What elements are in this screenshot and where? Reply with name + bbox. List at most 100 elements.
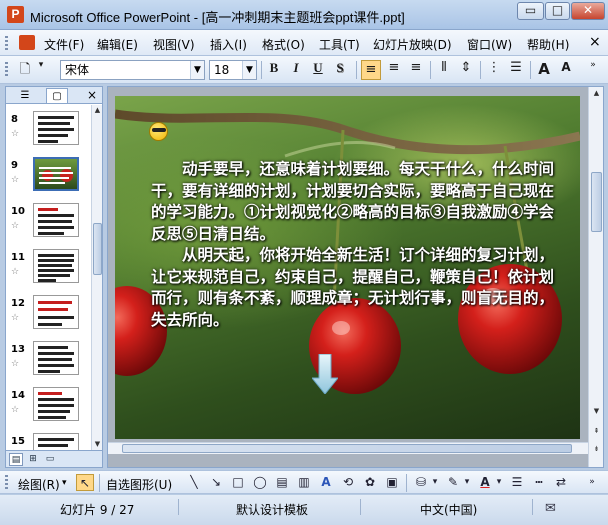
v-scroll-thumb[interactable] bbox=[591, 172, 602, 232]
picture-icon[interactable]: ▣ bbox=[383, 474, 401, 491]
slide-body-text[interactable]: 动手要早，还意味着计划要细。每天干什么，什么时间干，要有详细的计划，计划要切合实… bbox=[151, 158, 561, 330]
next-slide-icon[interactable]: ⇟ bbox=[589, 445, 604, 453]
line-spacing-icon[interactable]: ⇕ bbox=[456, 60, 476, 80]
fill-color-icon[interactable]: ⛁ bbox=[412, 474, 430, 491]
horizontal-scrollbar[interactable] bbox=[108, 442, 588, 454]
new-dropdown-icon[interactable]: ▾ bbox=[35, 60, 47, 80]
arrow-tool-icon[interactable]: ↘ bbox=[207, 474, 225, 491]
grow-font-button[interactable]: A bbox=[534, 60, 554, 80]
underline-button[interactable]: U bbox=[308, 60, 328, 80]
toolbar-grip[interactable] bbox=[5, 62, 8, 78]
line-color-icon[interactable]: ✎ bbox=[444, 474, 462, 491]
oval-tool-icon[interactable]: ◯ bbox=[251, 474, 269, 491]
slide-thumbnail-row[interactable]: 9 ☆ bbox=[6, 155, 90, 201]
spelling-status-icon[interactable]: ✉ bbox=[545, 501, 556, 516]
autoshapes-menu-button[interactable]: 自选图形(U) bbox=[106, 476, 172, 493]
bulleted-list-icon[interactable]: ☰ bbox=[506, 60, 526, 80]
slide-thumbnail[interactable] bbox=[33, 111, 79, 145]
normal-view-icon[interactable]: ▤ bbox=[9, 453, 23, 466]
close-button[interactable]: ✕ bbox=[571, 2, 605, 20]
menu-insert[interactable]: 插入(I) bbox=[210, 36, 247, 53]
document-icon[interactable] bbox=[19, 35, 35, 50]
chevron-down-icon[interactable]: ▾ bbox=[494, 474, 504, 491]
align-left-icon[interactable]: ≡ bbox=[361, 60, 381, 80]
toolbar-options-icon[interactable]: » bbox=[586, 60, 600, 80]
slide-thumbnail-row[interactable]: 10 ☆ bbox=[6, 201, 90, 247]
panel-close-icon[interactable]: × bbox=[87, 88, 97, 102]
menu-grip[interactable] bbox=[5, 36, 8, 50]
line-tool-icon[interactable]: ╲ bbox=[185, 474, 203, 491]
slide-sorter-view-icon[interactable]: ⊞ bbox=[26, 453, 40, 466]
h-scroll-thumb[interactable] bbox=[122, 444, 572, 453]
chevron-down-icon[interactable]: ▼ bbox=[242, 61, 256, 79]
menu-view[interactable]: 视图(V) bbox=[153, 36, 195, 53]
panel-scroll-thumb[interactable] bbox=[93, 223, 102, 275]
slide-thumbnail-selected[interactable] bbox=[33, 157, 79, 191]
shrink-font-button[interactable]: A bbox=[556, 60, 576, 80]
panel-scrollbar[interactable]: ▲ ▼ bbox=[91, 105, 102, 450]
toolbar-options-icon[interactable]: » bbox=[586, 474, 598, 491]
menu-format[interactable]: 格式(O) bbox=[262, 36, 305, 53]
textbox-tool-icon[interactable]: ▤ bbox=[273, 474, 291, 491]
slide-thumbnail-row[interactable]: 13 ☆ bbox=[6, 339, 90, 385]
dash-style-icon[interactable]: ┅ bbox=[530, 474, 548, 491]
animation-star-icon: ☆ bbox=[11, 267, 20, 277]
chevron-down-icon[interactable]: ▾ bbox=[462, 474, 472, 491]
scroll-up-icon[interactable]: ▲ bbox=[589, 89, 604, 97]
chevron-down-icon[interactable]: ▾ bbox=[62, 478, 67, 488]
vertical-scrollbar[interactable]: ▲ ▼ ⇞ ⇟ bbox=[588, 87, 603, 467]
new-document-icon[interactable]: 🗋 bbox=[15, 60, 35, 80]
menu-tools[interactable]: 工具(T) bbox=[319, 36, 360, 53]
slideshow-view-icon[interactable]: ▭ bbox=[43, 453, 57, 466]
scroll-down-icon[interactable]: ▼ bbox=[589, 407, 604, 415]
font-name-select[interactable]: 宋体 ▼ bbox=[60, 60, 205, 80]
wordart-icon[interactable]: A bbox=[317, 474, 335, 491]
minimize-button[interactable]: ▭ bbox=[517, 2, 544, 20]
clipart-icon[interactable]: ✿ bbox=[361, 474, 379, 491]
draw-menu-button[interactable]: 绘图(R) bbox=[18, 476, 60, 493]
slide-thumbnail[interactable] bbox=[33, 203, 79, 237]
menu-edit[interactable]: 编辑(E) bbox=[97, 36, 138, 53]
chevron-down-icon[interactable]: ▼ bbox=[190, 61, 204, 79]
line-style-icon[interactable]: ☰ bbox=[508, 474, 526, 491]
previous-slide-icon[interactable]: ⇞ bbox=[589, 427, 604, 435]
font-color-icon[interactable]: A bbox=[476, 474, 494, 491]
drawbar-grip[interactable] bbox=[5, 475, 8, 490]
arrow-style-icon[interactable]: ⇄ bbox=[552, 474, 570, 491]
select-pointer-icon[interactable]: ↖ bbox=[76, 474, 94, 491]
slide-thumbnail-row[interactable]: 12 ☆ bbox=[6, 293, 90, 339]
align-right-icon[interactable]: ≡ bbox=[406, 60, 426, 80]
chevron-down-icon[interactable]: ▾ bbox=[430, 474, 440, 491]
scroll-down-icon[interactable]: ▼ bbox=[92, 440, 103, 448]
rectangle-tool-icon[interactable]: □ bbox=[229, 474, 247, 491]
menu-window[interactable]: 窗口(W) bbox=[467, 36, 512, 53]
align-center-icon[interactable]: ≡ bbox=[384, 60, 404, 80]
menu-file[interactable]: 文件(F) bbox=[44, 36, 84, 53]
diagram-icon[interactable]: ⟲ bbox=[339, 474, 357, 491]
menu-slideshow[interactable]: 幻灯片放映(D) bbox=[373, 36, 452, 53]
slide-thumbnail-row[interactable]: 14 ☆ bbox=[6, 385, 90, 431]
slide-thumbnail[interactable] bbox=[33, 249, 79, 283]
slide-thumbnail[interactable] bbox=[33, 341, 79, 375]
menu-close-icon[interactable]: × bbox=[589, 34, 601, 50]
vertical-textbox-icon[interactable]: ▥ bbox=[295, 474, 313, 491]
slide-thumbnail[interactable] bbox=[33, 433, 79, 450]
slide-canvas[interactable]: 动手要早，还意味着计划要细。每天干什么，什么时间干，要有详细的计划，计划要切合实… bbox=[115, 96, 580, 439]
maximize-button[interactable]: □ bbox=[545, 2, 570, 20]
distribute-columns-icon[interactable]: ⫴ bbox=[434, 60, 454, 80]
slide-thumbnail[interactable] bbox=[33, 295, 79, 329]
shadow-button[interactable]: S bbox=[330, 60, 350, 80]
outline-tab-icon[interactable]: ☰ bbox=[14, 88, 36, 103]
slide-thumbnail-row[interactable]: 8 ☆ bbox=[6, 109, 90, 155]
bold-button[interactable]: B bbox=[264, 60, 284, 80]
menu-help[interactable]: 帮助(H) bbox=[527, 36, 569, 53]
slide-thumbnail-row[interactable]: 11 ☆ bbox=[6, 247, 90, 293]
italic-button[interactable]: I bbox=[286, 60, 306, 80]
slides-tab-icon[interactable]: ▢ bbox=[46, 88, 68, 103]
powerpoint-app-icon[interactable]: P bbox=[7, 6, 24, 23]
numbered-list-icon[interactable]: ⋮ bbox=[484, 60, 504, 80]
slide-thumbnail-row[interactable]: 15 ☆ bbox=[6, 431, 90, 450]
scroll-up-icon[interactable]: ▲ bbox=[92, 106, 103, 114]
slide-thumbnail[interactable] bbox=[33, 387, 79, 421]
font-size-select[interactable]: 18 ▼ bbox=[209, 60, 257, 80]
